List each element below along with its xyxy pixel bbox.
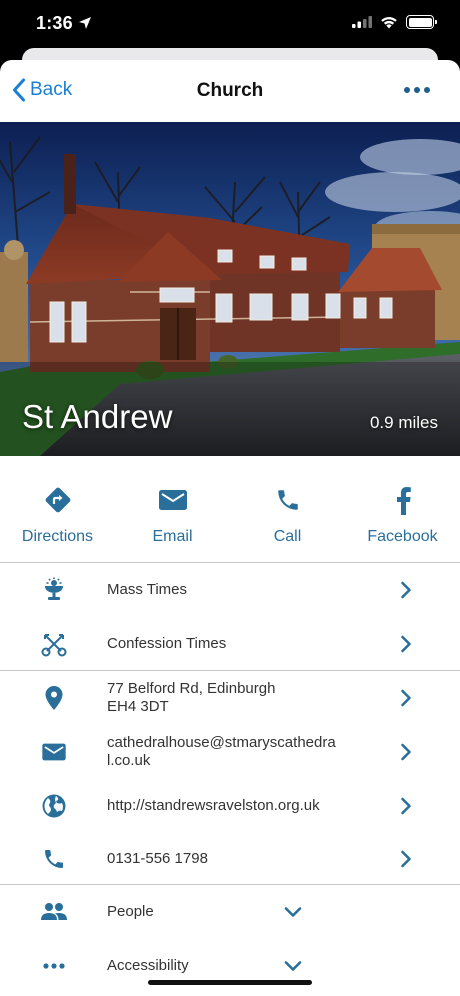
- call-button[interactable]: Call: [230, 456, 345, 562]
- call-label: Call: [273, 528, 302, 545]
- phone-icon: [45, 850, 63, 868]
- navigation-bar: Back Church: [0, 60, 460, 122]
- keys-icon: [41, 634, 67, 657]
- back-label: Back: [30, 79, 73, 100]
- mass-times-row[interactable]: Mass Times: [0, 563, 460, 617]
- accessibility-label: Accessibility: [107, 957, 189, 974]
- confession-times-row[interactable]: Confession Times: [0, 617, 460, 671]
- people-icon: [41, 903, 67, 920]
- address-text: 77 Belford Rd, Edinburgh EH4 3DT: [107, 680, 380, 716]
- email-button[interactable]: Email: [115, 456, 230, 562]
- directions-icon: [45, 487, 70, 513]
- chevron-right-icon: [401, 689, 411, 707]
- phone-row[interactable]: 0131-556 1798: [0, 833, 460, 885]
- location-arrow-icon: [79, 17, 91, 29]
- website-text: http://standrewsravelston.org.uk: [107, 797, 320, 814]
- signal-icon: [352, 16, 372, 28]
- email-text: cathedralhouse@stmaryscathedra l.co.uk: [107, 734, 380, 770]
- home-indicator[interactable]: [148, 980, 312, 985]
- status-indicators: [352, 15, 437, 29]
- church-name: St Andrew: [22, 398, 173, 435]
- chevron-down-icon: [284, 961, 302, 971]
- address-line-2: EH4 3DT: [107, 698, 169, 715]
- address-row[interactable]: 77 Belford Rd, Edinburgh EH4 3DT: [0, 671, 460, 725]
- detail-sheet: Back Church St Andrew 0.9 miles Directio…: [0, 60, 460, 996]
- distance-label: 0.9 miles: [369, 413, 438, 432]
- chalice-icon: [45, 577, 63, 600]
- email-icon: [158, 490, 187, 510]
- phone-icon: [277, 490, 298, 510]
- map-pin-icon: [45, 686, 63, 710]
- chevron-right-icon: [401, 635, 411, 653]
- more-options-button[interactable]: [404, 87, 430, 93]
- email-icon: [42, 743, 66, 761]
- globe-icon: [42, 794, 66, 818]
- times-section: Mass Times Confession Times: [0, 563, 460, 671]
- email-line-1: cathedralhouse@stmaryscathedra: [107, 734, 336, 751]
- directions-button[interactable]: Directions: [0, 456, 115, 562]
- people-label: People: [107, 903, 154, 920]
- chevron-right-icon: [401, 797, 411, 815]
- people-row[interactable]: People: [0, 885, 460, 939]
- facebook-label: Facebook: [367, 528, 438, 545]
- contact-section: 77 Belford Rd, Edinburgh EH4 3DT cathedr…: [0, 671, 460, 885]
- ellipsis-icon: [43, 963, 65, 969]
- confession-times-label: Confession Times: [107, 635, 227, 652]
- wifi-icon: [381, 16, 397, 28]
- mass-times-label: Mass Times: [107, 581, 188, 598]
- email-line-2: l.co.uk: [107, 752, 151, 769]
- chevron-down-icon: [284, 907, 302, 917]
- status-bar: 1:36: [0, 0, 460, 50]
- battery-icon: [406, 15, 437, 29]
- directions-label: Directions: [21, 528, 94, 545]
- hero-image: St Andrew 0.9 miles: [0, 122, 460, 456]
- phone-text: 0131-556 1798: [107, 850, 208, 867]
- chevron-right-icon: [401, 850, 411, 868]
- email-label: Email: [152, 528, 193, 545]
- status-time: 1:36: [36, 13, 73, 33]
- facebook-button[interactable]: Facebook: [345, 456, 460, 562]
- chevron-right-icon: [401, 581, 411, 599]
- chevron-left-icon: [13, 78, 25, 102]
- website-row[interactable]: http://standrewsravelston.org.uk: [0, 779, 460, 833]
- facebook-icon: [396, 487, 411, 515]
- email-row[interactable]: cathedralhouse@stmaryscathedra l.co.uk: [0, 725, 460, 779]
- more-section: People Accessibility: [0, 885, 460, 993]
- chevron-right-icon: [401, 743, 411, 761]
- action-bar: Directions Email Call Facebook: [0, 456, 460, 563]
- back-button[interactable]: Back: [12, 78, 72, 102]
- address-line-1: 77 Belford Rd, Edinburgh: [107, 680, 276, 697]
